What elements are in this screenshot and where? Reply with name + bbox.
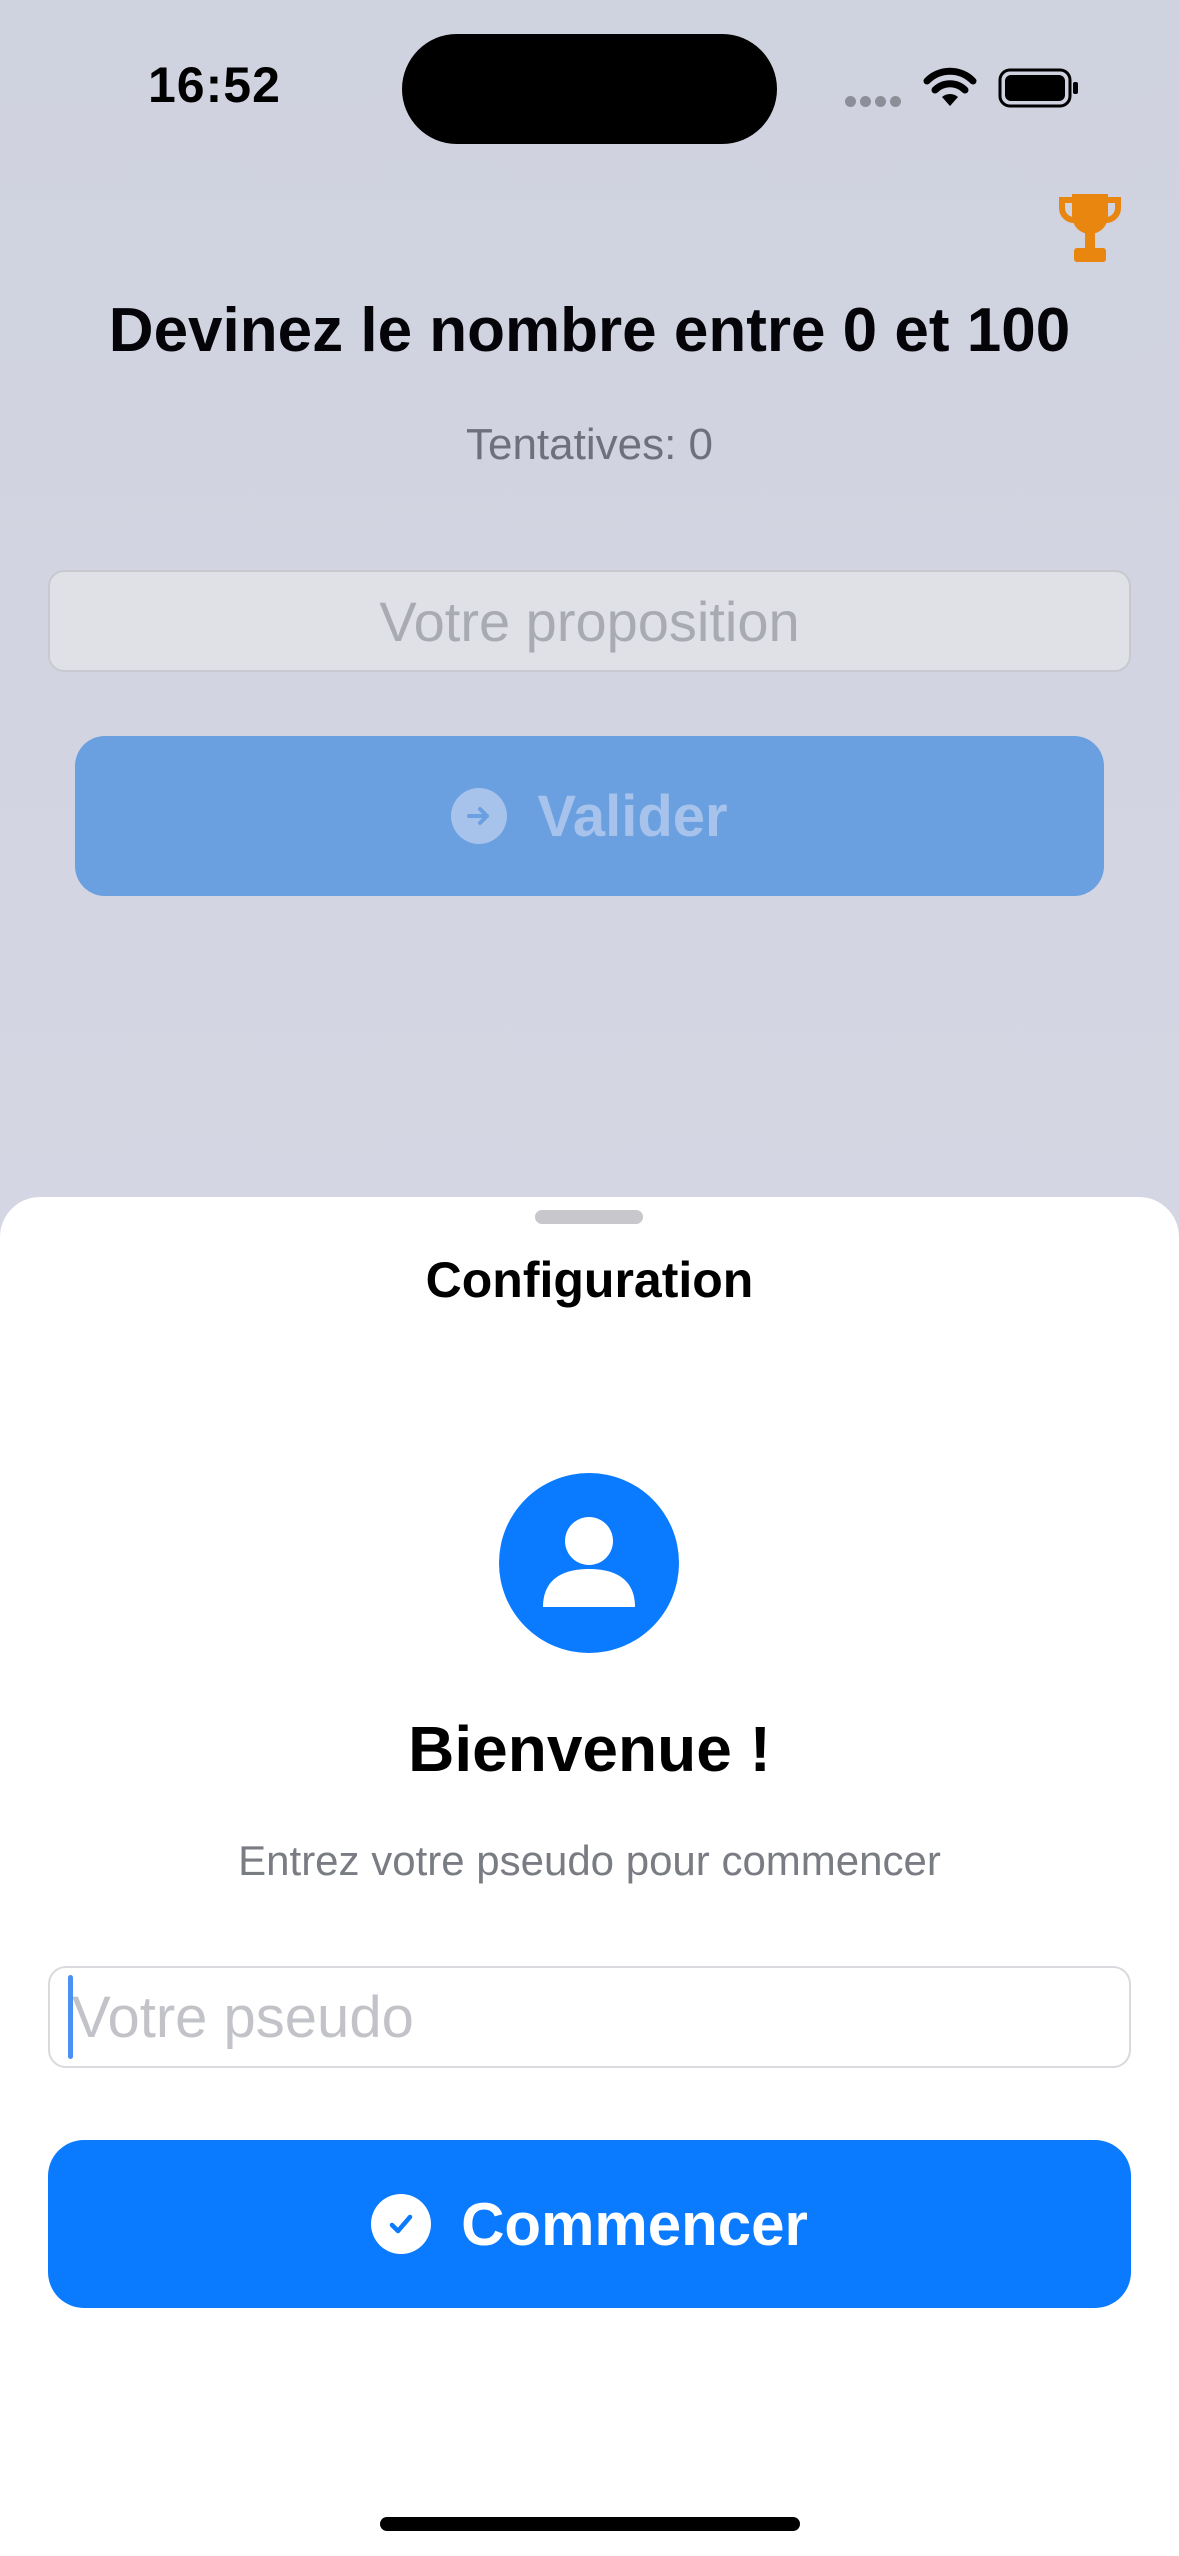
sheet-grabber[interactable] <box>535 1210 643 1224</box>
nickname-input[interactable] <box>48 1966 1131 2068</box>
home-indicator[interactable] <box>380 2517 800 2531</box>
sheet-title: Configuration <box>425 1252 754 1308</box>
welcome-heading: Bienvenue ! <box>408 1713 771 1785</box>
start-button[interactable]: Commencer <box>48 2140 1131 2308</box>
guess-input[interactable] <box>48 570 1131 672</box>
validate-label: Valider <box>537 783 728 849</box>
text-cursor <box>68 1975 73 2059</box>
person-circle-icon <box>499 1473 679 1653</box>
cellular-signal-icon <box>845 94 905 112</box>
status-bar: 16:52 <box>0 0 1179 150</box>
dynamic-island <box>402 34 777 144</box>
checkmark-circle-icon <box>371 2194 432 2254</box>
arrow-right-circle-icon <box>451 788 508 844</box>
start-label: Commencer <box>461 2190 808 2258</box>
wifi-icon <box>922 66 978 113</box>
battery-icon <box>998 68 1080 113</box>
trophy-icon[interactable] <box>1058 190 1122 266</box>
attempts-counter: Tentatives: 0 <box>465 420 714 469</box>
game-screen: 16:52 Devinez le nombre entre 0 et 100 T… <box>0 0 1179 1250</box>
validate-button[interactable]: Valider <box>75 736 1104 896</box>
game-title: Devinez le nombre entre 0 et 100 <box>108 296 1071 365</box>
welcome-subtitle: Entrez votre pseudo pour commencer <box>238 1837 941 1884</box>
status-time: 16:52 <box>148 57 281 113</box>
configuration-sheet: Configuration Bienvenue ! Entrez votre p… <box>0 1197 1179 2556</box>
